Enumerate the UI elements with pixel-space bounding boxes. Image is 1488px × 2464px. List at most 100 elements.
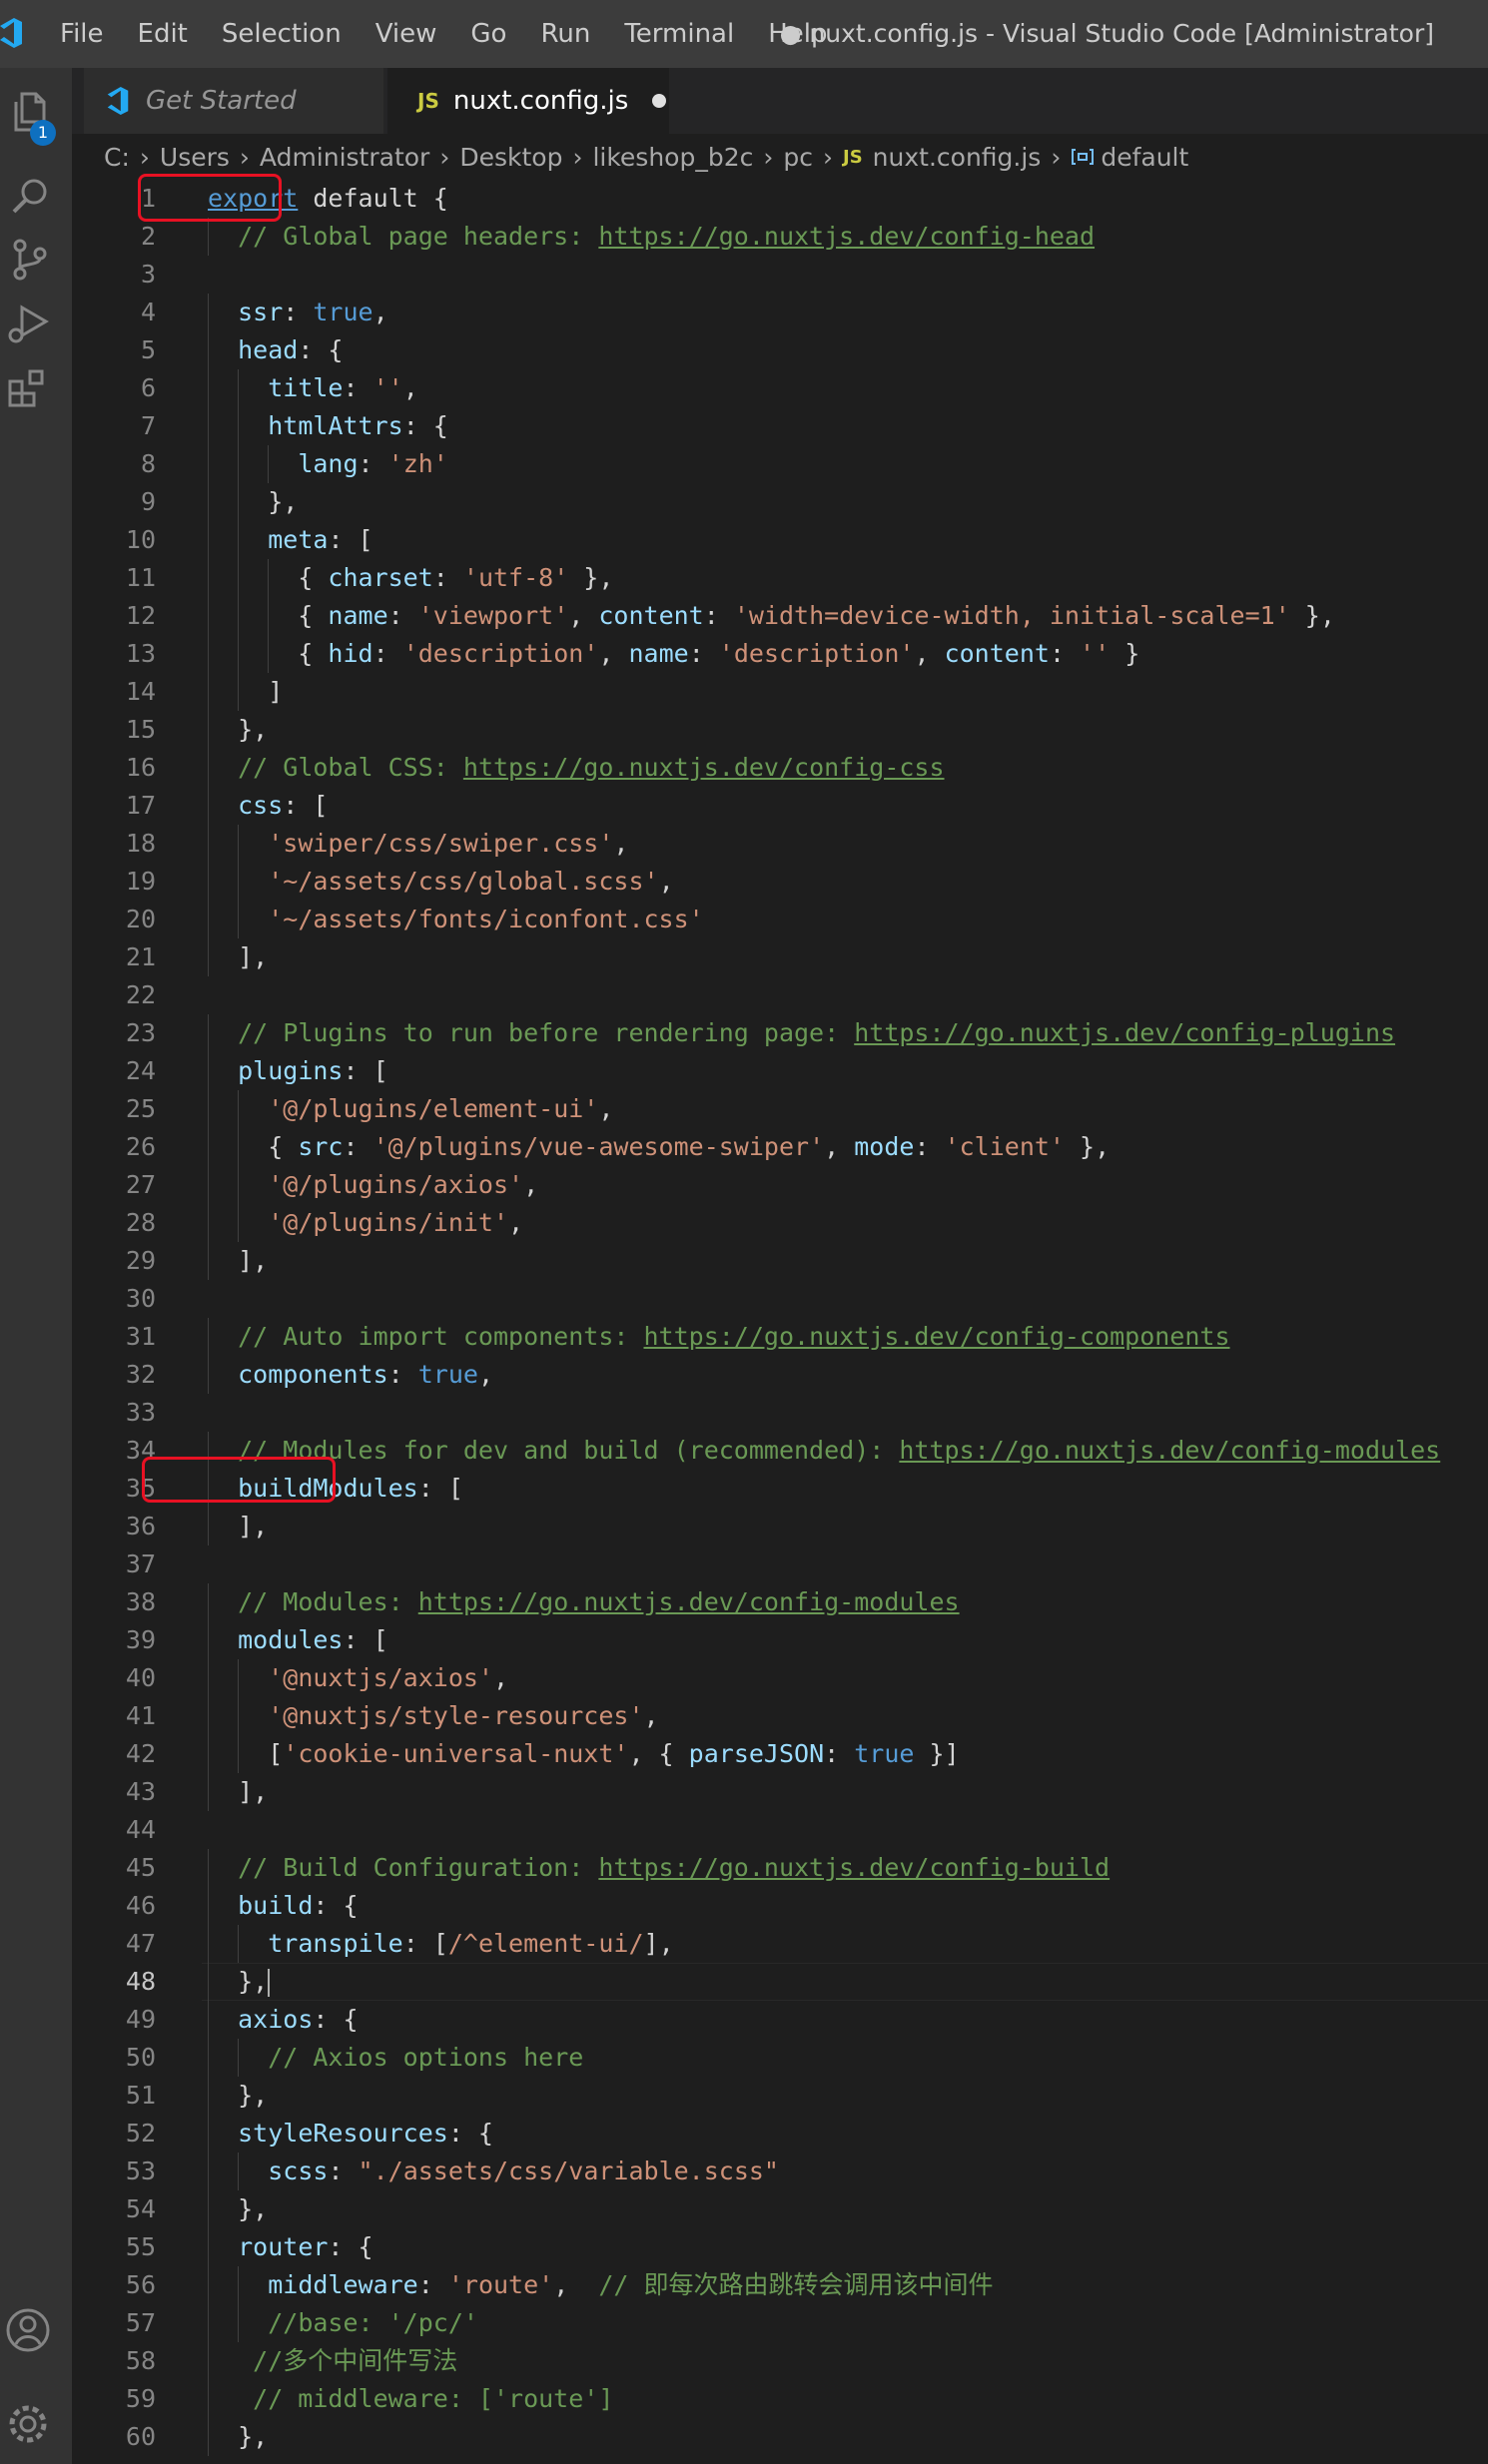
menu-item-file[interactable]: File xyxy=(60,19,104,49)
code-text: }, xyxy=(208,2190,268,2228)
code-line[interactable]: 3 xyxy=(72,256,1488,294)
code-line[interactable]: 37 xyxy=(72,1545,1488,1583)
code-line[interactable]: 11 { charset: 'utf-8' }, xyxy=(72,559,1488,597)
code-line[interactable]: 10 meta: [ xyxy=(72,521,1488,559)
code-line[interactable]: 23 // Plugins to run before rendering pa… xyxy=(72,1014,1488,1052)
code-line[interactable]: 38 // Modules: https://go.nuxtjs.dev/con… xyxy=(72,1583,1488,1621)
code-line[interactable]: 33 xyxy=(72,1394,1488,1432)
code-line[interactable]: 21 ], xyxy=(72,938,1488,976)
code-token: true xyxy=(854,1739,915,1768)
code-line[interactable]: 19 '~/assets/css/global.scss', xyxy=(72,863,1488,901)
menu-item-go[interactable]: Go xyxy=(470,19,506,49)
code-line[interactable]: 55 router: { xyxy=(72,2228,1488,2266)
code-line[interactable]: 5 head: { xyxy=(72,331,1488,369)
breadcrumb-item[interactable]: Users xyxy=(160,143,230,172)
code-line[interactable]: 15 }, xyxy=(72,711,1488,749)
menu-item-selection[interactable]: Selection xyxy=(222,19,342,49)
code-token: : [ xyxy=(283,791,329,820)
explorer-button[interactable]: 1 xyxy=(0,78,72,150)
code-token: // Global CSS: xyxy=(238,753,463,782)
breadcrumb-item[interactable]: pc xyxy=(783,143,813,172)
code-line[interactable]: 60 }, xyxy=(72,2418,1488,2456)
code-line[interactable]: 40 '@nuxtjs/axios', xyxy=(72,1659,1488,1697)
code-line[interactable]: 49 axios: { xyxy=(72,2001,1488,2039)
code-line[interactable]: 54 }, xyxy=(72,2190,1488,2228)
manage-button[interactable] xyxy=(0,2390,72,2462)
code-line[interactable]: 22 xyxy=(72,976,1488,1014)
code-line[interactable]: 43 ], xyxy=(72,1773,1488,1811)
code-line[interactable]: 2 // Global page headers: https://go.nux… xyxy=(72,218,1488,256)
code-line[interactable]: 1 export default { xyxy=(72,180,1488,218)
code-line[interactable]: 14 ] xyxy=(72,673,1488,711)
code-line[interactable]: 29 ], xyxy=(72,1242,1488,1280)
tab-get-started[interactable]: Get Started xyxy=(84,68,383,134)
code-line[interactable]: 27 '@/plugins/axios', xyxy=(72,1166,1488,1204)
source-control-button[interactable] xyxy=(0,226,72,298)
code-line[interactable]: 36 ], xyxy=(72,1508,1488,1545)
breadcrumb-item[interactable]: Administrator xyxy=(260,143,429,172)
code-line[interactable]: 53 scss: "./assets/css/variable.scss" xyxy=(72,2153,1488,2190)
code-line[interactable]: 25 '@/plugins/element-ui', xyxy=(72,1090,1488,1128)
run-debug-button[interactable] xyxy=(0,290,72,361)
code-line[interactable]: 52 styleResources: { xyxy=(72,2115,1488,2153)
search-button[interactable] xyxy=(0,162,72,234)
code-line[interactable]: 58 //多个中间件写法 xyxy=(72,2342,1488,2380)
code-line[interactable]: 46 build: { xyxy=(72,1887,1488,1925)
breadcrumb-item[interactable]: Desktop xyxy=(459,143,562,172)
code-line[interactable]: 6 title: '', xyxy=(72,369,1488,407)
code-line[interactable]: 16 // Global CSS: https://go.nuxtjs.dev/… xyxy=(72,749,1488,787)
code-editor[interactable]: 1 export default {2 // Global page header… xyxy=(72,180,1488,2464)
code-line[interactable]: 31 // Auto import components: https://go… xyxy=(72,1318,1488,1356)
code-token: '' xyxy=(372,373,403,402)
title-bar: File Edit Selection View Go Run Terminal… xyxy=(0,0,1488,68)
menu-item-terminal[interactable]: Terminal xyxy=(624,19,734,49)
menu-item-run[interactable]: Run xyxy=(540,19,590,49)
code-line[interactable]: 39 modules: [ xyxy=(72,1621,1488,1659)
code-line[interactable]: 8 lang: 'zh' xyxy=(72,445,1488,483)
code-line[interactable]: 32 components: true, xyxy=(72,1356,1488,1394)
code-token: // middleware: ['route'] xyxy=(253,2384,614,2413)
code-line[interactable]: 12 { name: 'viewport', content: 'width=d… xyxy=(72,597,1488,635)
tab-nuxt-config[interactable]: JS nuxt.config.js xyxy=(387,68,669,134)
breadcrumb-item[interactable]: default xyxy=(1101,143,1188,172)
code-line[interactable]: 13 { hid: 'description', name: 'descript… xyxy=(72,635,1488,673)
extensions-button[interactable] xyxy=(0,353,72,425)
code-line[interactable]: 57 //base: '/pc/' xyxy=(72,2304,1488,2342)
code-line[interactable]: 4 ssr: true, xyxy=(72,294,1488,331)
breadcrumb-item[interactable]: nuxt.config.js xyxy=(873,143,1042,172)
code-line[interactable]: 51 }, xyxy=(72,2077,1488,2115)
code-text: ], xyxy=(208,1508,268,1545)
code-line[interactable]: 50 // Axios options here xyxy=(72,2039,1488,2077)
code-line[interactable]: 24 plugins: [ xyxy=(72,1052,1488,1090)
code-line[interactable]: 28 '@/plugins/init', xyxy=(72,1204,1488,1242)
code-text: ], xyxy=(208,938,268,976)
code-line[interactable]: 30 xyxy=(72,1280,1488,1318)
code-token: ], xyxy=(643,1929,674,1958)
code-line[interactable]: 26 { src: '@/plugins/vue-awesome-swiper'… xyxy=(72,1128,1488,1166)
code-token: https://go.nuxtjs.dev/config-modules xyxy=(417,1587,960,1616)
menu-item-edit[interactable]: Edit xyxy=(138,19,188,49)
code-line[interactable]: 41 '@nuxtjs/style-resources', xyxy=(72,1697,1488,1735)
accounts-button[interactable] xyxy=(0,2296,72,2368)
code-line[interactable]: 17 css: [ xyxy=(72,787,1488,825)
code-line[interactable]: 18 'swiper/css/swiper.css', xyxy=(72,825,1488,863)
code-line[interactable]: 9 }, xyxy=(72,483,1488,521)
code-line[interactable]: 45 // Build Configuration: https://go.nu… xyxy=(72,1849,1488,1887)
code-line[interactable]: 42 ['cookie-universal-nuxt', { parseJSON… xyxy=(72,1735,1488,1773)
code-token: , xyxy=(553,2270,599,2299)
code-line[interactable]: 7 htmlAttrs: { xyxy=(72,407,1488,445)
breadcrumb-item[interactable]: likeshop_b2c xyxy=(592,143,753,172)
code-token: : xyxy=(343,373,373,402)
code-line[interactable]: 56 middleware: 'route', // 即每次路由跳转会调用该中间… xyxy=(72,2266,1488,2304)
unsaved-dot-icon[interactable] xyxy=(652,94,667,108)
code-line[interactable]: 20 '~/assets/fonts/iconfont.css' xyxy=(72,901,1488,938)
code-line[interactable]: 48 }, xyxy=(72,1963,1488,2001)
code-line[interactable]: 44 xyxy=(72,1811,1488,1849)
code-token: : { xyxy=(402,411,448,440)
code-line[interactable]: 59 // middleware: ['route'] xyxy=(72,2380,1488,2418)
breadcrumb-item[interactable]: C: xyxy=(104,143,130,172)
chevron-right-icon: › xyxy=(823,142,833,172)
menu-item-view[interactable]: View xyxy=(375,19,437,49)
code-line[interactable]: 47 transpile: [/^element-ui/], xyxy=(72,1925,1488,1963)
